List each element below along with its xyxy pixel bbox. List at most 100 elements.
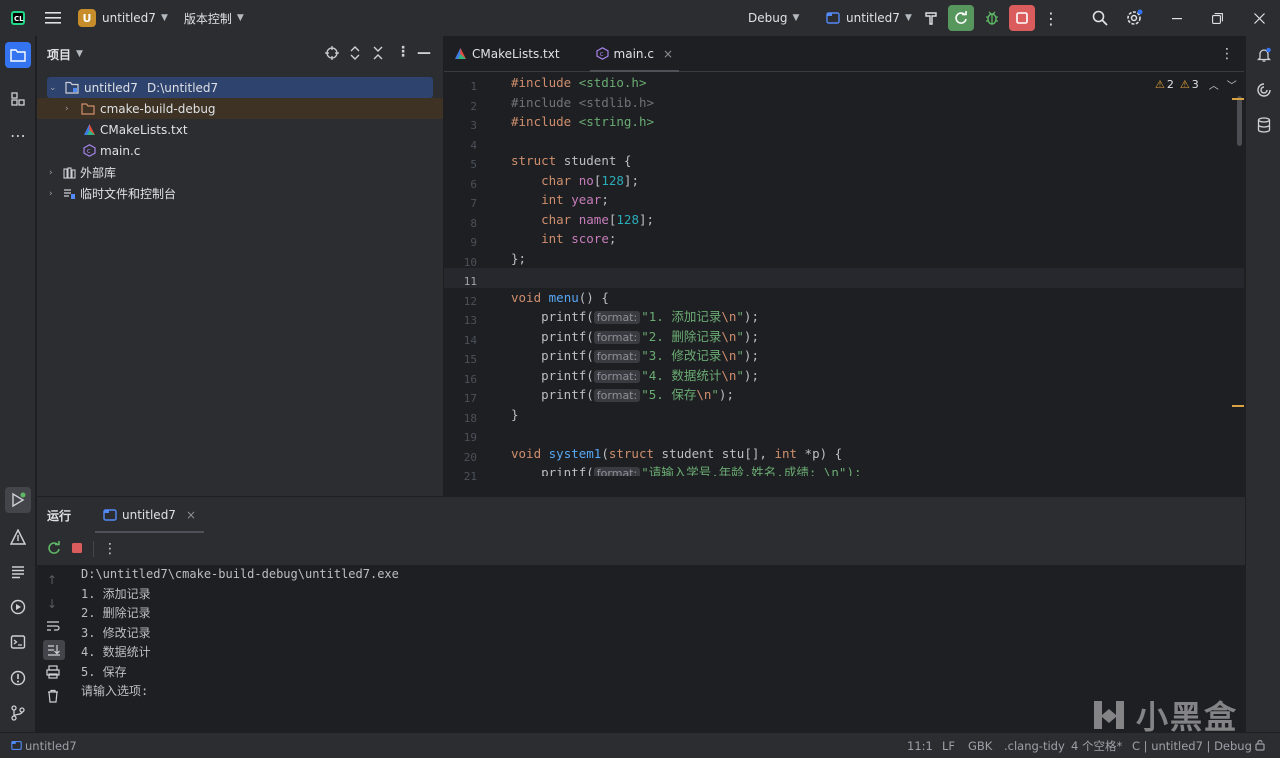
code-line-10: };: [511, 250, 527, 266]
main-menu-icon[interactable]: [36, 0, 70, 36]
expand-all-icon[interactable]: [349, 46, 361, 63]
run-target-selector[interactable]: untitled7 ▼: [820, 0, 918, 36]
caret-position[interactable]: 11:1: [907, 739, 933, 753]
services-icon[interactable]: [5, 594, 31, 620]
database-icon[interactable]: [1251, 112, 1277, 138]
close-tab-icon[interactable]: ×: [663, 47, 673, 61]
run-panel: 运行 untitled7 × ⋮ ↑ ↓ D:\untitled7\cmake-…: [37, 497, 1245, 732]
debug-bug-icon[interactable]: [978, 0, 1006, 36]
watermark-logo-icon: [1094, 701, 1124, 729]
run-config-selector[interactable]: Debug ▼: [740, 0, 807, 36]
right-tool-strip: [1245, 36, 1280, 732]
run-tab-untitled7[interactable]: untitled7 ×: [95, 497, 205, 533]
target-icon: [11, 741, 22, 750]
tree-item-external-libraries[interactable]: › 外部库: [49, 162, 116, 183]
app-logo-icon[interactable]: CL: [0, 0, 36, 36]
run-toolbar: ⋮: [37, 533, 1245, 565]
tree-item-root[interactable]: ⌄ untitled7 D:\untitled7: [47, 77, 433, 98]
inspection-widget[interactable]: ⚠ 2 ⚠ 3 ︿ ﹀: [1155, 77, 1237, 92]
line-number: 7: [470, 197, 477, 210]
cmake-file-icon: [84, 124, 95, 135]
next-problem-icon[interactable]: ﹀: [1227, 77, 1237, 92]
arrow-up-icon[interactable]: ↑: [47, 573, 57, 587]
chevron-right-icon: ›: [49, 188, 53, 199]
error-stripe-mark[interactable]: [1232, 405, 1244, 407]
structure-icon[interactable]: [5, 86, 31, 112]
close-tab-icon[interactable]: ×: [186, 508, 196, 522]
arrow-down-icon[interactable]: ↓: [47, 597, 57, 611]
rerun-button[interactable]: [947, 0, 975, 36]
print-icon[interactable]: [46, 665, 60, 682]
project-panel-header: 项目 ▼ ⋮ —: [37, 36, 443, 72]
editor-scrollbar[interactable]: [1237, 96, 1242, 146]
tree-item-main-c[interactable]: c main.c: [83, 140, 140, 161]
messages-list-icon[interactable]: [5, 559, 31, 585]
build-hammer-icon[interactable]: [918, 0, 944, 36]
resolve-context[interactable]: C | untitled7 | Debug: [1132, 739, 1252, 753]
options-more-icon[interactable]: ⋮: [396, 44, 410, 60]
chevron-right-icon: ›: [65, 103, 69, 114]
watermark: 小黑盒: [1088, 694, 1248, 736]
line-number-gutter: 1 2 3 4 5 6 7 8 9 10 11 12 13 14 15 16 17 18 19 20 21: [444, 72, 500, 496]
chevron-down-icon: ▼: [904, 13, 912, 23]
collapse-all-icon[interactable]: [372, 46, 384, 63]
project-panel-title[interactable]: 项目: [47, 46, 71, 63]
tree-item-path: D:\untitled7: [146, 80, 219, 95]
editor-tabs: CMakeLists.txt c main.c × ⋮: [444, 36, 1244, 72]
stop-button[interactable]: [1008, 0, 1036, 36]
project-selector[interactable]: U untitled7 ▼: [70, 0, 176, 36]
soft-wrap-icon[interactable]: [46, 620, 60, 635]
close-window-icon[interactable]: [1242, 0, 1276, 36]
line-separator[interactable]: LF: [942, 739, 955, 753]
stop-icon[interactable]: [71, 542, 83, 557]
tree-item-cmakelists[interactable]: CMakeLists.txt: [83, 119, 188, 140]
console-line: D:\untitled7\cmake-build-debug\untitled7…: [81, 567, 399, 581]
clear-trash-icon[interactable]: [46, 689, 60, 706]
search-icon[interactable]: [1086, 0, 1114, 36]
settings-gear-icon[interactable]: [1120, 0, 1148, 36]
rerun-icon[interactable]: [47, 540, 61, 558]
indent-setting[interactable]: 4 个空格*: [1071, 738, 1122, 754]
tab-main-c[interactable]: c main.c ×: [586, 36, 683, 72]
svg-text:c: c: [87, 147, 91, 155]
problems-icon[interactable]: [5, 665, 31, 691]
terminal-icon[interactable]: [5, 629, 31, 655]
tabs-more-icon[interactable]: ⋮: [1220, 46, 1234, 62]
previous-problem-icon[interactable]: ︿: [1209, 77, 1219, 92]
ai-assistant-icon[interactable]: [1251, 77, 1277, 103]
tree-item-label: CMakeLists.txt: [100, 122, 188, 137]
tree-item-label: 外部库: [80, 166, 117, 180]
console-output[interactable]: D:\untitled7\cmake-build-debug\untitled7…: [71, 565, 1245, 732]
run-tool-icon[interactable]: [5, 487, 31, 513]
scroll-to-end-icon[interactable]: [43, 640, 65, 660]
more-tools-icon[interactable]: ⋯: [5, 122, 31, 148]
tree-item-label: 临时文件和控制台: [80, 187, 177, 201]
git-branch-icon[interactable]: [5, 700, 31, 726]
console-line: 4. 数据统计: [81, 645, 151, 659]
chevron-down-icon[interactable]: ▼: [76, 49, 83, 59]
status-project[interactable]: untitled7: [25, 739, 77, 753]
console-line: 1. 添加记录: [81, 586, 151, 601]
run-more-icon[interactable]: ⋮: [103, 541, 117, 557]
warning-icon: ⚠: [1179, 78, 1190, 91]
error-stripe-mark[interactable]: [1232, 98, 1244, 100]
line-number: 14: [463, 333, 477, 347]
hide-panel-icon[interactable]: —: [417, 45, 431, 61]
notifications-bell-icon[interactable]: [1251, 42, 1277, 68]
line-number: 1: [470, 80, 477, 93]
line-number: 12: [463, 294, 477, 308]
restore-window-icon[interactable]: [1200, 0, 1234, 36]
module-folder-icon: [65, 81, 79, 94]
file-encoding[interactable]: GBK: [968, 739, 992, 753]
tree-item-cmake-build-debug[interactable]: › cmake-build-debug: [37, 98, 443, 119]
lock-icon[interactable]: [1254, 739, 1266, 754]
minimize-window-icon[interactable]: [1160, 0, 1194, 36]
project-folder-icon[interactable]: [5, 42, 31, 68]
cmake-icon[interactable]: [5, 524, 31, 550]
vcs-menu[interactable]: 版本控制 ▼: [176, 0, 252, 36]
more-actions-icon[interactable]: ⋮: [1040, 0, 1062, 36]
code-inspector[interactable]: .clang-tidy: [1004, 739, 1065, 753]
tab-cmakelists[interactable]: CMakeLists.txt: [444, 36, 570, 72]
tree-item-scratches[interactable]: › 临时文件和控制台: [49, 183, 176, 204]
locate-crosshair-icon[interactable]: [325, 46, 339, 63]
